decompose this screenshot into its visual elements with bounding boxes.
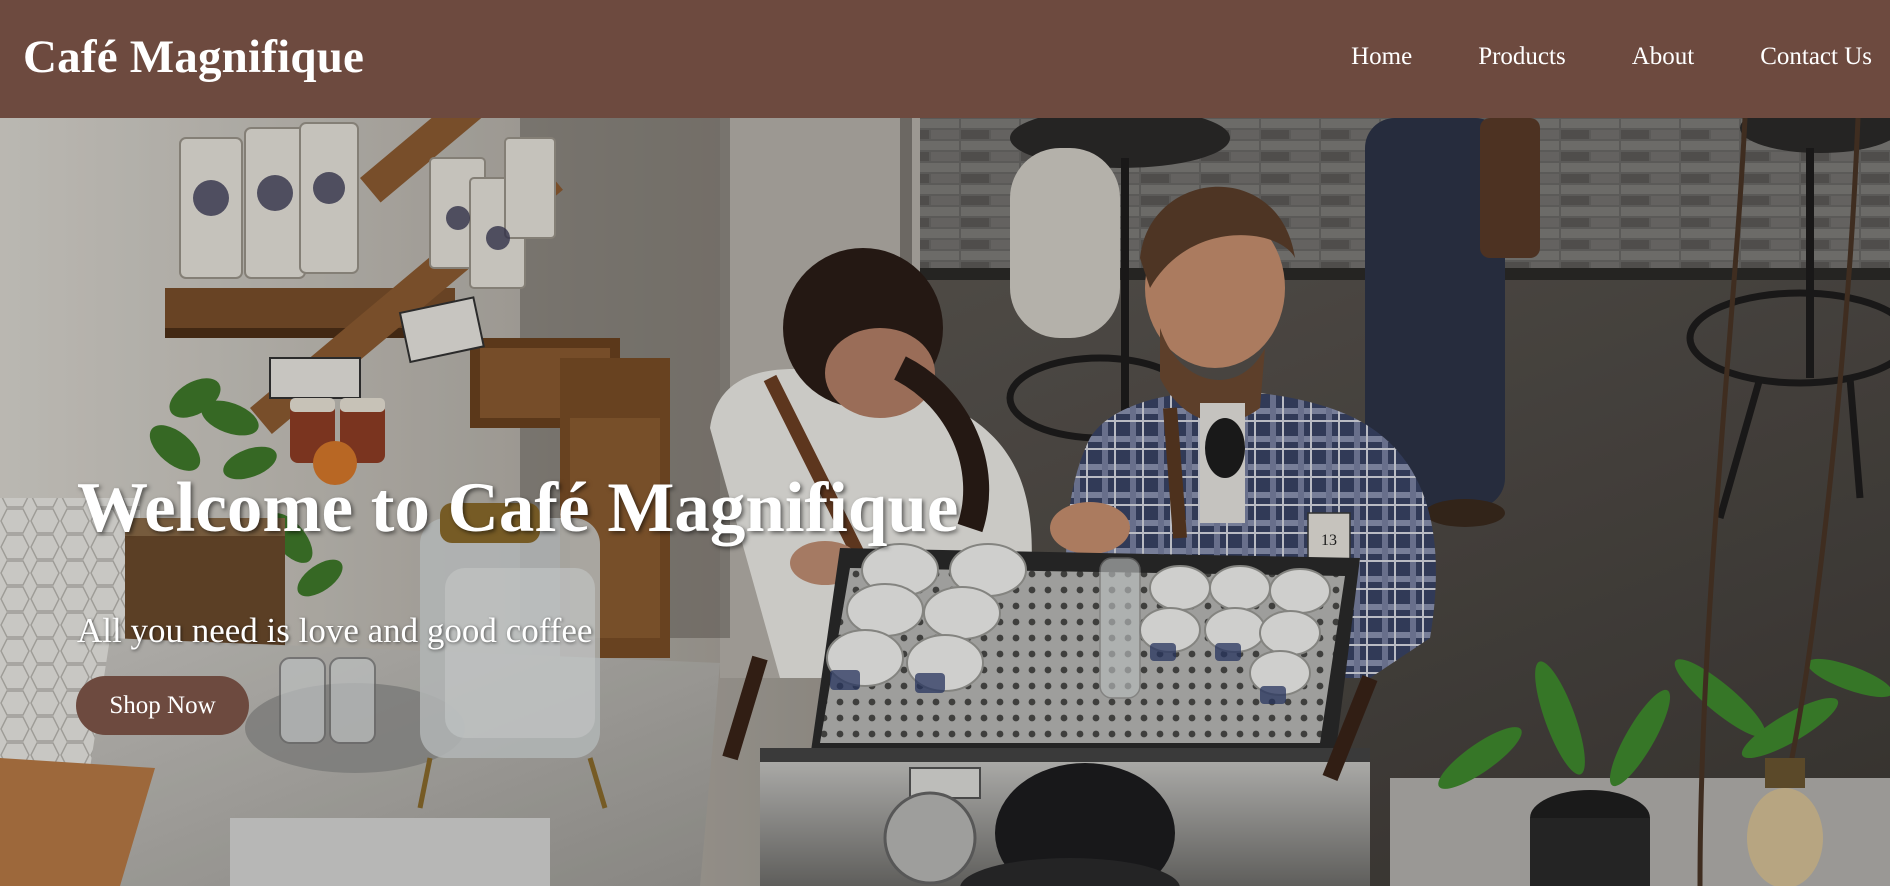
hero-tagline: All you need is love and good coffee (77, 611, 593, 650)
hero-title: Welcome to Café Magnifique (77, 469, 959, 547)
main-nav: Home Products About Contact Us (1285, 43, 1872, 71)
nav-products-link[interactable]: Products (1478, 43, 1566, 71)
nav-home-link[interactable]: Home (1351, 43, 1412, 71)
shop-now-button[interactable]: Shop Now (76, 676, 249, 735)
brand-logo[interactable]: Café Magnifique (23, 30, 364, 84)
nav-contact-link[interactable]: Contact Us (1760, 43, 1872, 71)
hero-section: 13 Welcome to Café Magnifique All you ne… (0, 118, 1890, 886)
site-header: Café Magnifique Home Products About Cont… (0, 0, 1890, 118)
nav-about-link[interactable]: About (1632, 43, 1695, 71)
